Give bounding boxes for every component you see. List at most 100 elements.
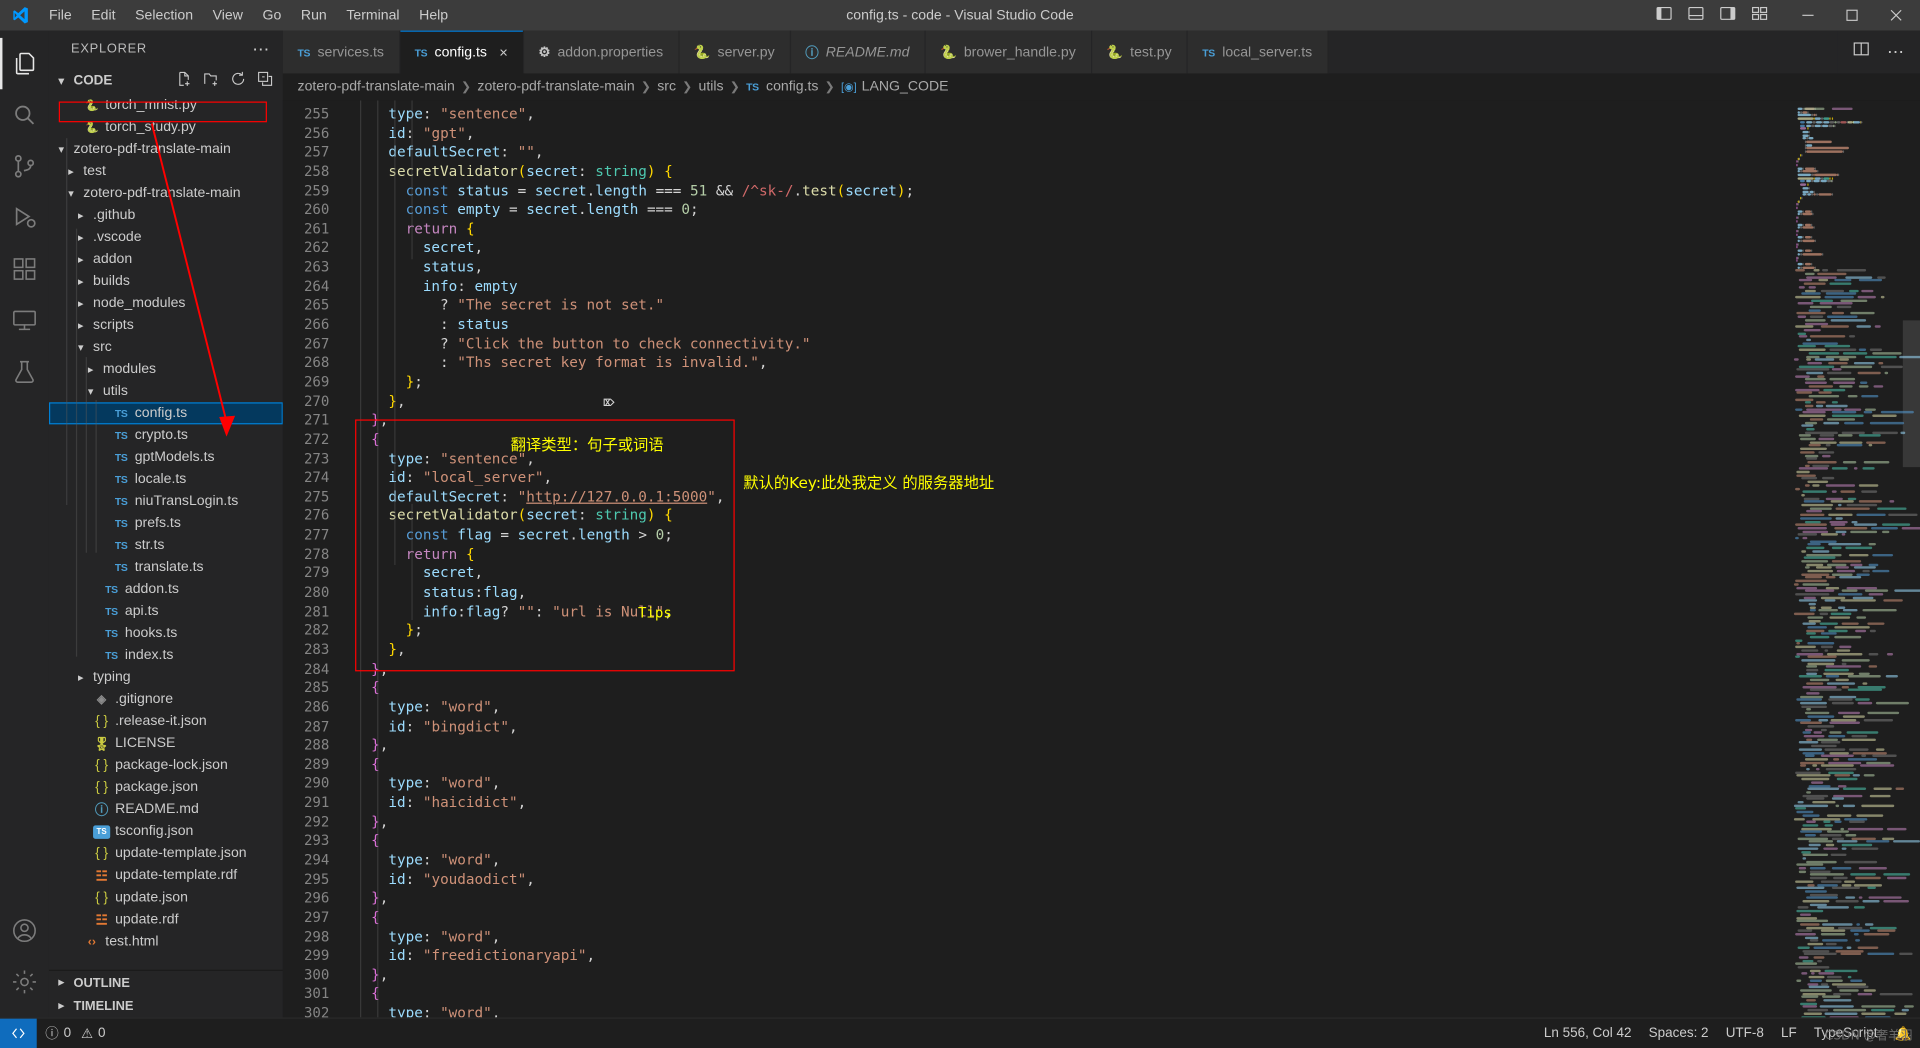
- code-line[interactable]: id: "youdaodict",: [354, 870, 1792, 889]
- tab-config-ts[interactable]: TS config.ts ×: [399, 30, 524, 74]
- collapse-all-icon[interactable]: [257, 71, 273, 91]
- activity-remote-explorer[interactable]: [0, 295, 49, 346]
- tree-file-readme-md[interactable]: ⓘ README.md: [49, 799, 283, 821]
- tree-file-hooks-ts[interactable]: TS hooks.ts: [49, 622, 283, 644]
- code-line[interactable]: secret,: [354, 564, 1792, 583]
- toggle-panel-icon[interactable]: [1687, 5, 1704, 26]
- tree-folder-vscode[interactable]: ▸ .vscode: [49, 226, 283, 248]
- tree-file-index-ts[interactable]: TS index.ts: [49, 644, 283, 666]
- tree-file-api-ts[interactable]: TS api.ts: [49, 600, 283, 622]
- code-line[interactable]: type: "word",: [354, 1004, 1792, 1017]
- breadcrumb-item-4[interactable]: config.ts: [766, 79, 818, 94]
- activity-settings[interactable]: [0, 956, 49, 1007]
- code-line[interactable]: id: "gpt",: [354, 124, 1792, 143]
- activity-run-debug[interactable]: [0, 192, 49, 243]
- tree-file-gitignore[interactable]: ◈ .gitignore: [49, 688, 283, 710]
- code-line[interactable]: },: [354, 660, 1792, 679]
- tab-addon-properties[interactable]: ⚙ addon.properties: [523, 30, 680, 74]
- code-line[interactable]: {: [354, 832, 1792, 851]
- tab-local-server-ts[interactable]: TS local_server.ts: [1187, 30, 1329, 74]
- activity-testing[interactable]: [0, 346, 49, 397]
- explorer-folder-section[interactable]: ▾ CODE: [49, 67, 283, 94]
- tree-file-update-template-rdf[interactable]: ☳ update-template.rdf: [49, 865, 283, 887]
- encoding-status[interactable]: UTF-8: [1717, 1018, 1772, 1048]
- code-line[interactable]: id: "haicidict",: [354, 794, 1792, 813]
- code-line[interactable]: type: "word",: [354, 775, 1792, 794]
- code-line[interactable]: },: [354, 736, 1792, 755]
- code-line[interactable]: },: [354, 641, 1792, 660]
- tree-file-addon-ts[interactable]: TS addon.ts: [49, 578, 283, 600]
- tree-folder-zotero-pdf-translate-main[interactable]: ▾ zotero-pdf-translate-main: [49, 138, 283, 160]
- problems-status[interactable]: ⓘ 0 ⚠ 0: [37, 1018, 114, 1048]
- tree-folder-node-modules[interactable]: ▸ node_modules: [49, 292, 283, 314]
- activity-accounts[interactable]: [0, 905, 49, 956]
- menu-bar[interactable]: File Edit Selection View Go Run Terminal…: [39, 6, 458, 26]
- tree-file-torch-study-py[interactable]: 🐍 torch_study.py: [49, 116, 283, 138]
- tree-folder-github[interactable]: ▸ .github: [49, 204, 283, 226]
- tab-server-py[interactable]: 🐍 server.py: [679, 30, 791, 74]
- menu-run[interactable]: Run: [291, 6, 336, 26]
- eol-status[interactable]: LF: [1772, 1018, 1805, 1048]
- code-line[interactable]: defaultSecret: "",: [354, 143, 1792, 162]
- code-line[interactable]: const status = secret.length === 51 && /…: [354, 182, 1792, 201]
- tree-file-translate-ts[interactable]: TS translate.ts: [49, 556, 283, 578]
- code-line[interactable]: };: [354, 373, 1792, 392]
- refresh-icon[interactable]: [230, 71, 246, 91]
- tree-file-package-json[interactable]: { } package.json: [49, 777, 283, 799]
- activity-bar[interactable]: [0, 30, 49, 1018]
- status-bar[interactable]: ⓘ 0 ⚠ 0 Ln 556, Col 42 Spaces: 2 UTF-8 L…: [0, 1017, 1920, 1048]
- code-line[interactable]: status,: [354, 258, 1792, 277]
- tree-file-str-ts[interactable]: TS str.ts: [49, 534, 283, 556]
- code-line[interactable]: status:flag,: [354, 583, 1792, 602]
- tree-file-package-lock-json[interactable]: { } package-lock.json: [49, 755, 283, 777]
- activity-source-control[interactable]: [0, 141, 49, 192]
- minimap[interactable]: [1791, 100, 1920, 1018]
- toggle-secondary-sidebar-icon[interactable]: [1719, 5, 1736, 26]
- tree-file-prefs-ts[interactable]: TS prefs.ts: [49, 512, 283, 534]
- breadcrumb-item-0[interactable]: zotero-pdf-translate-main: [298, 79, 455, 94]
- code-line[interactable]: type: "word",: [354, 698, 1792, 717]
- chevron-down-icon[interactable]: ▾: [54, 74, 69, 87]
- close-button[interactable]: [1873, 0, 1917, 31]
- sidebar-more-icon[interactable]: ⋯: [252, 39, 270, 60]
- tree-file-tsconfig-json[interactable]: TS tsconfig.json: [49, 821, 283, 843]
- code-line[interactable]: id: "freedictionaryapi",: [354, 947, 1792, 966]
- tree-file-config-ts[interactable]: TS config.ts: [48, 402, 283, 425]
- code-content[interactable]: type: "sentence", id: "gpt", defaultSecr…: [354, 100, 1792, 1018]
- breadcrumb-item-5[interactable]: LANG_CODE: [862, 79, 949, 94]
- code-line[interactable]: secretValidator(secret: string) {: [354, 163, 1792, 182]
- menu-edit[interactable]: Edit: [81, 6, 125, 26]
- activity-search[interactable]: [0, 89, 49, 140]
- tree-file-release-it-json[interactable]: { } .release-it.json: [49, 710, 283, 732]
- code-editor[interactable]: 255 256 257 258 259 260 261 262 263 264 265 266 267 2…: [282, 100, 1920, 1018]
- tab-close-icon[interactable]: ×: [499, 45, 508, 60]
- menu-help[interactable]: Help: [409, 6, 458, 26]
- code-line[interactable]: type: "sentence",: [354, 105, 1792, 124]
- scrollbar-thumb[interactable]: [1902, 320, 1920, 468]
- activity-explorer[interactable]: [0, 37, 49, 90]
- code-line[interactable]: },: [354, 813, 1792, 832]
- file-tree[interactable]: 🐍 torch_mnist.py 🐍 torch_study.py ▾ zotero-pd…: [48, 94, 283, 970]
- tab-services-ts[interactable]: TS services.ts: [282, 30, 400, 74]
- tree-file-gptmodels-ts[interactable]: TS gptModels.ts: [49, 446, 283, 468]
- tree-folder-modules[interactable]: ▸ modules: [49, 358, 283, 380]
- tab-brower-handle-py[interactable]: 🐍 brower_handle.py: [925, 30, 1092, 74]
- tree-file-niutranslogin-ts[interactable]: TS niuTransLogin.ts: [49, 490, 283, 512]
- breadcrumb-item-1[interactable]: zotero-pdf-translate-main: [477, 79, 634, 94]
- tree-file-update-template-json[interactable]: { } update-template.json: [49, 843, 283, 865]
- code-line[interactable]: return {: [354, 220, 1792, 239]
- cursor-position-status[interactable]: Ln 556, Col 42: [1535, 1018, 1640, 1048]
- code-line[interactable]: },: [354, 889, 1792, 908]
- tree-file-license[interactable]: 🎖 LICENSE: [49, 732, 283, 754]
- menu-go[interactable]: Go: [253, 6, 291, 26]
- tree-file-locale-ts[interactable]: TS locale.ts: [49, 468, 283, 490]
- code-line[interactable]: defaultSecret: "http://127.0.0.1:5000",: [354, 488, 1792, 507]
- tree-folder-test[interactable]: ▸ test: [49, 160, 283, 182]
- more-actions-icon[interactable]: ⋯: [1887, 42, 1905, 63]
- tree-folder-scripts[interactable]: ▸ scripts: [49, 314, 283, 336]
- code-line[interactable]: info:flag? "": "url is Null",: [354, 602, 1792, 621]
- tab-readme-md[interactable]: ⓘ README.md: [790, 30, 926, 74]
- code-line[interactable]: const empty = secret.length === 0;: [354, 201, 1792, 220]
- code-line[interactable]: ? "The secret is not set.": [354, 296, 1792, 315]
- code-line[interactable]: },: [354, 392, 1792, 411]
